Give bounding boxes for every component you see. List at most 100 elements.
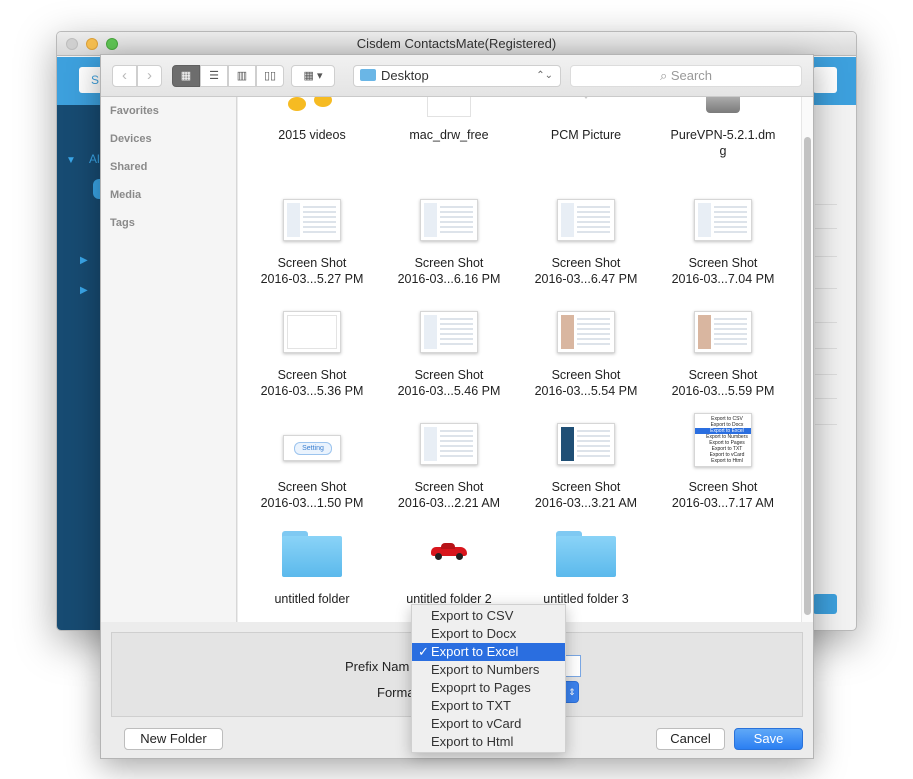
menu-item-excel[interactable]: ✓ Export to Excel xyxy=(412,643,565,661)
divider xyxy=(815,398,837,399)
red-car-icon xyxy=(431,543,467,560)
file-name: Screen Shot xyxy=(688,480,758,494)
screenshot-thumbnail xyxy=(420,311,478,353)
file-item[interactable]: Screen Shot 2016-03...5.46 PM xyxy=(381,293,517,403)
file-name: Screen Shot xyxy=(277,256,347,270)
file-name-line2: 2016-03...1.50 PM xyxy=(260,496,364,510)
chevron-left-icon: ‹ xyxy=(122,67,127,84)
file-item[interactable]: Screen Shot 2016-03...5.27 PM xyxy=(244,181,380,291)
file-name: PCM Picture xyxy=(550,128,622,142)
sidebar-item-shared[interactable]: Shared xyxy=(110,161,147,173)
menu-item-docx[interactable]: Export to Docx xyxy=(412,625,565,643)
screenshot-thumbnail: Setting xyxy=(283,435,341,461)
disclosure-down-icon[interactable]: ▼ xyxy=(66,155,76,166)
dialog-toolbar: ‹ › ▦ ☰ ▥ ▯▯ ▦ ▾ Desktop ⌃⌄ ⌕ Search xyxy=(101,55,813,97)
file-name: Screen Shot xyxy=(277,368,347,382)
folder-icon xyxy=(360,69,376,81)
main-toolbar-field[interactable] xyxy=(813,67,837,93)
screenshot-thumbnail xyxy=(420,199,478,241)
divider xyxy=(815,204,837,205)
menu-item-vcard[interactable]: Export to vCard xyxy=(412,715,565,733)
arrange-button[interactable]: ▦ ▾ xyxy=(291,65,335,87)
format-popup-arrows[interactable]: ⇕ xyxy=(565,681,579,703)
file-browser: 2015 videos mac_drw_free PCM Picture PureVP… xyxy=(238,97,813,622)
music-notes-icon xyxy=(284,97,340,115)
cancel-button[interactable]: Cancel xyxy=(656,728,725,750)
file-name: Screen Shot xyxy=(551,368,621,382)
file-item[interactable]: Screen Shot 2016-03...5.59 PM xyxy=(655,293,791,403)
main-sidebar-label[interactable]: Al xyxy=(89,152,100,166)
dialog-sidebar: Favorites Devices Shared Media Tags xyxy=(101,97,237,622)
close-button[interactable] xyxy=(66,38,78,50)
divider xyxy=(815,322,837,323)
sidebar-item-favorites[interactable]: Favorites xyxy=(110,105,159,117)
prefix-name-input[interactable] xyxy=(565,655,581,677)
file-item[interactable]: Screen Shot 2016-03...6.47 PM xyxy=(518,181,654,291)
disclosure-right-icon[interactable]: ▶ xyxy=(80,255,88,266)
file-name-line2: 2016-03...5.46 PM xyxy=(397,384,501,398)
file-name-line2: 2016-03...3.21 AM xyxy=(534,496,638,510)
disclosure-right-icon[interactable]: ▶ xyxy=(80,285,88,296)
menu-item-pages[interactable]: Expoprt to Pages xyxy=(412,679,565,697)
menu-item-label: Export to CSV xyxy=(431,608,514,623)
file-name: Screen Shot xyxy=(688,368,758,382)
image-pin-icon xyxy=(580,97,592,99)
icon-view-button[interactable]: ▦ xyxy=(172,65,200,87)
screenshot-thumbnail xyxy=(557,199,615,241)
menu-item-csv[interactable]: Export to CSV xyxy=(412,607,565,625)
main-action-button[interactable] xyxy=(813,594,837,614)
file-name: Screen Shot xyxy=(414,256,484,270)
file-item[interactable]: Screen Shot 2016-03...3.21 AM xyxy=(518,405,654,515)
folder-icon xyxy=(282,531,342,577)
vertical-scrollbar[interactable] xyxy=(801,97,813,622)
sidebar-item-tags[interactable]: Tags xyxy=(110,217,135,229)
file-item[interactable]: Screen Shot 2016-03...2.21 AM xyxy=(381,405,517,515)
file-name: mac_drw_free xyxy=(409,128,489,142)
location-popup[interactable]: Desktop ⌃⌄ xyxy=(353,65,561,87)
column-view-button[interactable]: ▥ xyxy=(228,65,256,87)
file-name-line2: 2016-03...2.21 AM xyxy=(397,496,501,510)
file-name-line2: 2016-03...6.47 PM xyxy=(534,272,638,286)
file-name-line2: 2016-03...6.16 PM xyxy=(397,272,501,286)
sidebar-item-media[interactable]: Media xyxy=(110,189,141,201)
file-name: Screen Shot xyxy=(277,480,347,494)
scroll-thumb[interactable] xyxy=(804,137,811,615)
menu-item-label: Expoprt to Pages xyxy=(431,680,531,695)
file-item[interactable]: untitled folder xyxy=(244,517,380,622)
back-button[interactable]: ‹ xyxy=(112,65,137,87)
file-name: Screen Shot xyxy=(688,256,758,270)
cover-flow-button[interactable]: ▯▯ xyxy=(256,65,284,87)
file-name: untitled folder xyxy=(274,592,350,606)
menu-item-numbers[interactable]: Export to Numbers xyxy=(412,661,565,679)
search-field[interactable]: ⌕ Search xyxy=(570,65,802,87)
list-view-button[interactable]: ☰ xyxy=(200,65,228,87)
new-folder-button[interactable]: New Folder xyxy=(124,728,223,750)
file-item[interactable]: Screen Shot 2016-03...5.54 PM xyxy=(518,293,654,403)
file-name-line2: 2016-03...5.59 PM xyxy=(671,384,775,398)
search-placeholder: Search xyxy=(670,68,713,83)
file-item[interactable]: Screen Shot 2016-03...5.36 PM xyxy=(244,293,380,403)
file-item[interactable]: Screen Shot 2016-03...7.04 PM xyxy=(655,181,791,291)
file-name: Screen Shot xyxy=(414,368,484,382)
main-sidebar: ▼ Al ▶ ▶ xyxy=(57,105,103,630)
divider xyxy=(815,228,837,229)
forward-button[interactable]: › xyxy=(137,65,162,87)
file-name-line2: 2016-03...5.36 PM xyxy=(260,384,364,398)
cover-flow-icon: ▯▯ xyxy=(263,70,277,82)
sidebar-item-devices[interactable]: Devices xyxy=(110,133,152,145)
screenshot-thumbnail xyxy=(420,423,478,465)
save-button[interactable]: Save xyxy=(734,728,803,750)
file-item[interactable]: Screen Shot 2016-03...6.16 PM xyxy=(381,181,517,291)
file-item[interactable]: Export to CSV Export to Docx Export to Exc… xyxy=(655,405,791,515)
menu-item-html[interactable]: Export to Html xyxy=(412,733,565,751)
screenshot-thumbnail xyxy=(557,423,615,465)
menu-item-label: Export to Docx xyxy=(431,626,517,641)
zoom-button[interactable] xyxy=(106,38,118,50)
file-item[interactable]: Setting Screen Shot 2016-03...1.50 PM xyxy=(244,405,380,515)
columns-icon: ▥ xyxy=(236,70,248,82)
divider xyxy=(815,348,837,349)
menu-item-label: Export to Html xyxy=(431,734,514,749)
menu-item-label: Export to TXT xyxy=(431,698,511,713)
minimize-button[interactable] xyxy=(86,38,98,50)
menu-item-txt[interactable]: Export to TXT xyxy=(412,697,565,715)
